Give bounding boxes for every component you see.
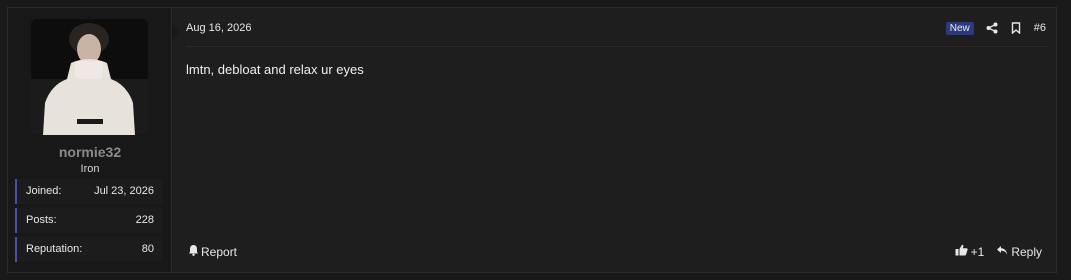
post-date[interactable]: Aug 16, 2026 [186, 22, 251, 34]
reaction-button[interactable]: +1 [955, 244, 985, 259]
thumbs-up-icon [955, 244, 968, 259]
avatar-image [31, 19, 148, 135]
stat-label: Joined: [26, 185, 62, 197]
stat-label: Posts: [26, 214, 57, 226]
bell-icon [188, 244, 199, 259]
user-title: Iron [80, 163, 100, 175]
stat-reputation: Reputation: 80 [15, 237, 162, 262]
post-content: Aug 16, 2026 New #6 lmtn, debloat and re… [172, 8, 1056, 272]
post-container: normie32 Iron Joined: Jul 23, 2026 Posts… [7, 7, 1057, 273]
post-message: lmtn, debloat and relax ur eyes [186, 62, 364, 77]
avatar[interactable] [31, 19, 148, 135]
reply-icon [996, 245, 1008, 259]
share-icon[interactable] [984, 20, 1000, 36]
user-sidebar: normie32 Iron Joined: Jul 23, 2026 Posts… [8, 8, 172, 272]
username[interactable]: normie32 [8, 144, 172, 160]
post-actions-top: New #6 [945, 20, 1046, 36]
bookmark-icon[interactable] [1008, 20, 1024, 36]
stat-label: Reputation: [26, 243, 83, 255]
report-button[interactable]: Report [188, 244, 237, 259]
post-number[interactable]: #6 [1034, 22, 1046, 34]
stat-joined: Joined: Jul 23, 2026 [15, 179, 162, 204]
reply-label: Reply [1011, 244, 1042, 259]
footer-actions: +1 Reply [955, 244, 1042, 259]
stat-value: Jul 23, 2026 [94, 185, 154, 197]
stat-value: 80 [141, 243, 154, 255]
header-divider [186, 46, 1048, 47]
report-label: Report [201, 244, 238, 259]
stat-posts: Posts: 228 [15, 208, 162, 233]
stat-value: 228 [135, 214, 154, 226]
new-badge: New [945, 21, 974, 35]
reply-button[interactable]: Reply [996, 245, 1042, 259]
reaction-count: +1 [970, 244, 985, 259]
